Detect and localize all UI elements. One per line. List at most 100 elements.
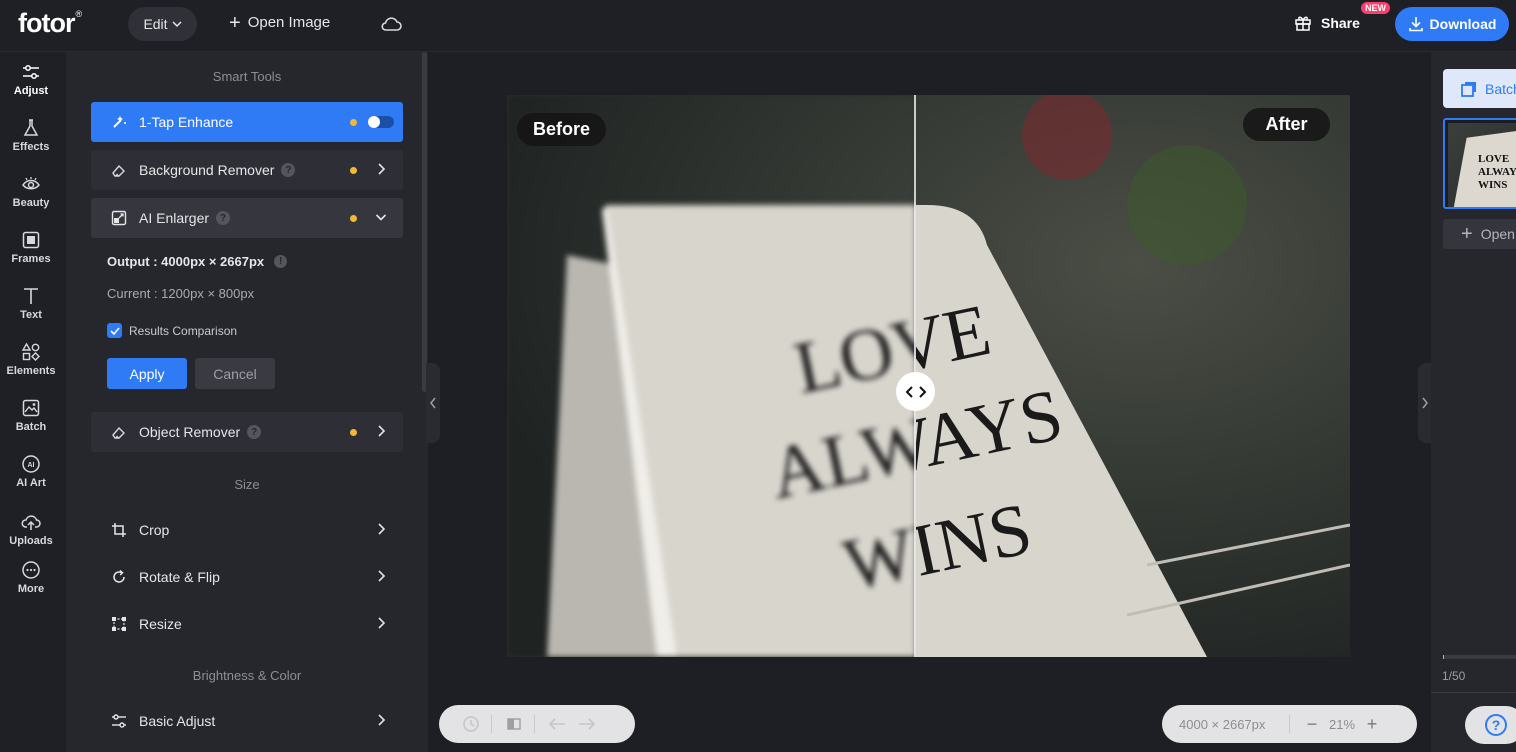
rail-label: Batch [15, 421, 47, 433]
tool-one-tap-enhance[interactable]: 1-Tap Enhance [91, 102, 403, 142]
redo-arrow-icon[interactable] [577, 714, 597, 734]
section-title-size: Size [234, 477, 260, 492]
download-button[interactable]: Download [1395, 7, 1509, 41]
rail-label: Effects [12, 141, 50, 153]
open-more-images-button[interactable]: + Open [1443, 219, 1516, 249]
image-thumbnail[interactable]: LOVEALWAYSWINS [1443, 118, 1516, 209]
after-label: After [1243, 108, 1330, 141]
comparison-drag-handle[interactable] [896, 372, 935, 411]
collapse-left-panel-tab[interactable] [426, 363, 440, 443]
rail-item-more[interactable]: More [0, 560, 62, 610]
cloud-icon[interactable] [380, 14, 402, 34]
history-icon[interactable] [461, 714, 481, 734]
tool-resize[interactable]: Resize [91, 604, 403, 644]
tool-rotate-flip[interactable]: Rotate & Flip [91, 557, 403, 597]
tool-label: Object Remover [139, 424, 241, 440]
cancel-button[interactable]: Cancel [195, 358, 275, 389]
checkbox-checked-icon[interactable] [107, 323, 122, 338]
help-icon[interactable]: ? [216, 211, 231, 225]
results-comparison-label: Results Comparison [129, 323, 238, 338]
rail-item-text[interactable]: Text [0, 286, 62, 336]
open-image-button[interactable]: + Open Image [229, 11, 330, 34]
batch-progress-bar [1443, 655, 1516, 659]
top-bar: fotor® Edit + Open Image Share NEW Downl… [0, 0, 1516, 52]
help-icon[interactable]: ? [281, 163, 296, 177]
collapse-right-panel-tab[interactable] [1418, 363, 1432, 443]
rail-label: AI Art [16, 477, 46, 489]
rail-item-frames[interactable]: Frames [0, 230, 62, 280]
sliders-icon [23, 65, 39, 79]
open-label: Open [1480, 226, 1515, 242]
zoom-in-button[interactable]: + [1364, 714, 1380, 735]
undo-arrow-icon[interactable] [547, 714, 567, 734]
info-icon[interactable]: ! [274, 255, 288, 268]
thumbnail-text-line: LOVE [1478, 153, 1510, 165]
tool-label: Basic Adjust [139, 713, 216, 729]
tool-object-remover[interactable]: Object Remover ? [91, 412, 403, 452]
chevron-down-icon [172, 21, 182, 28]
plus-icon: + [229, 11, 241, 34]
tool-basic-adjust[interactable]: Basic Adjust [91, 701, 403, 741]
layers-icon [1461, 81, 1476, 97]
chevron-down-icon [375, 214, 387, 221]
rail-label: Text [20, 309, 42, 321]
enlarge-icon [111, 210, 127, 226]
after-image: LOVE ALWAYS WINS [916, 95, 1350, 657]
share-button[interactable]: Share [1294, 14, 1360, 32]
text-icon [24, 288, 38, 304]
section-title-smart-tools: Smart Tools [212, 69, 282, 84]
zoom-level[interactable]: 21% [1320, 717, 1364, 732]
help-button[interactable]: ? [1465, 706, 1516, 744]
edit-label: Edit [143, 16, 168, 32]
frame-icon [22, 231, 40, 249]
rail-item-ai-art[interactable]: AI AI Art [0, 454, 62, 504]
chevron-right-icon [378, 523, 386, 535]
tool-label: 1-Tap Enhance [139, 114, 234, 130]
tool-label: Rotate & Flip [139, 569, 220, 585]
chevron-right-icon [378, 570, 386, 582]
tool-label: Resize [139, 616, 182, 632]
results-comparison-checkbox[interactable]: Results Comparison [107, 323, 237, 338]
eye-icon [22, 177, 40, 190]
enlarger-output: Output : 4000px × 2667px ! [107, 254, 288, 269]
help-icon[interactable]: ? [247, 425, 262, 439]
zoom-controls: 4000 × 2667px − 21% + [1162, 705, 1417, 743]
tool-background-remover[interactable]: Background Remover ? [91, 150, 403, 190]
fotor-logo[interactable]: fotor® [18, 8, 82, 39]
batch-button[interactable]: Batch [1443, 69, 1516, 108]
rotate-icon [113, 569, 125, 583]
edit-dropdown[interactable]: Edit [128, 7, 197, 41]
rail-label: Uploads [9, 535, 53, 547]
rail-item-effects[interactable]: Effects [0, 118, 62, 168]
chevron-right-icon [378, 617, 386, 629]
eraser-icon [112, 164, 125, 177]
rail-item-batch[interactable]: Batch [0, 398, 62, 448]
tool-ai-enlarger[interactable]: AI Enlarger ? [91, 198, 403, 238]
status-dot [350, 119, 357, 126]
rail-item-elements[interactable]: Elements [0, 342, 62, 392]
thumbnail-text: LOVEALWAYSWINS [1478, 153, 1516, 192]
before-label: Before [517, 113, 606, 146]
enhance-toggle[interactable] [368, 116, 394, 128]
rail-item-beauty[interactable]: Beauty [0, 174, 62, 224]
thumbnail-text-line: WINS [1478, 179, 1508, 191]
resize-icon [112, 617, 126, 631]
chevron-right-icon [378, 163, 386, 175]
rail-label: More [17, 583, 45, 595]
compare-icon[interactable] [504, 714, 524, 734]
apply-button[interactable]: Apply [107, 358, 187, 389]
rail-label: Adjust [13, 85, 49, 97]
image-dimensions: 4000 × 2667px [1179, 716, 1266, 732]
sliders-icon [112, 714, 126, 728]
output-text: Output : 4000px × 2667px [107, 254, 265, 269]
chevron-right-icon [378, 714, 386, 726]
batch-count: 1/50 [1442, 669, 1466, 683]
rail-item-uploads[interactable]: Uploads [0, 512, 62, 562]
history-controls [439, 705, 635, 743]
tool-crop[interactable]: Crop [91, 510, 403, 550]
eraser-icon [112, 426, 125, 439]
rail-item-adjust[interactable]: Adjust [0, 62, 62, 112]
zoom-out-button[interactable]: − [1304, 714, 1320, 735]
panel-scrollbar[interactable] [422, 52, 427, 392]
svg-text:AI: AI [28, 462, 35, 469]
